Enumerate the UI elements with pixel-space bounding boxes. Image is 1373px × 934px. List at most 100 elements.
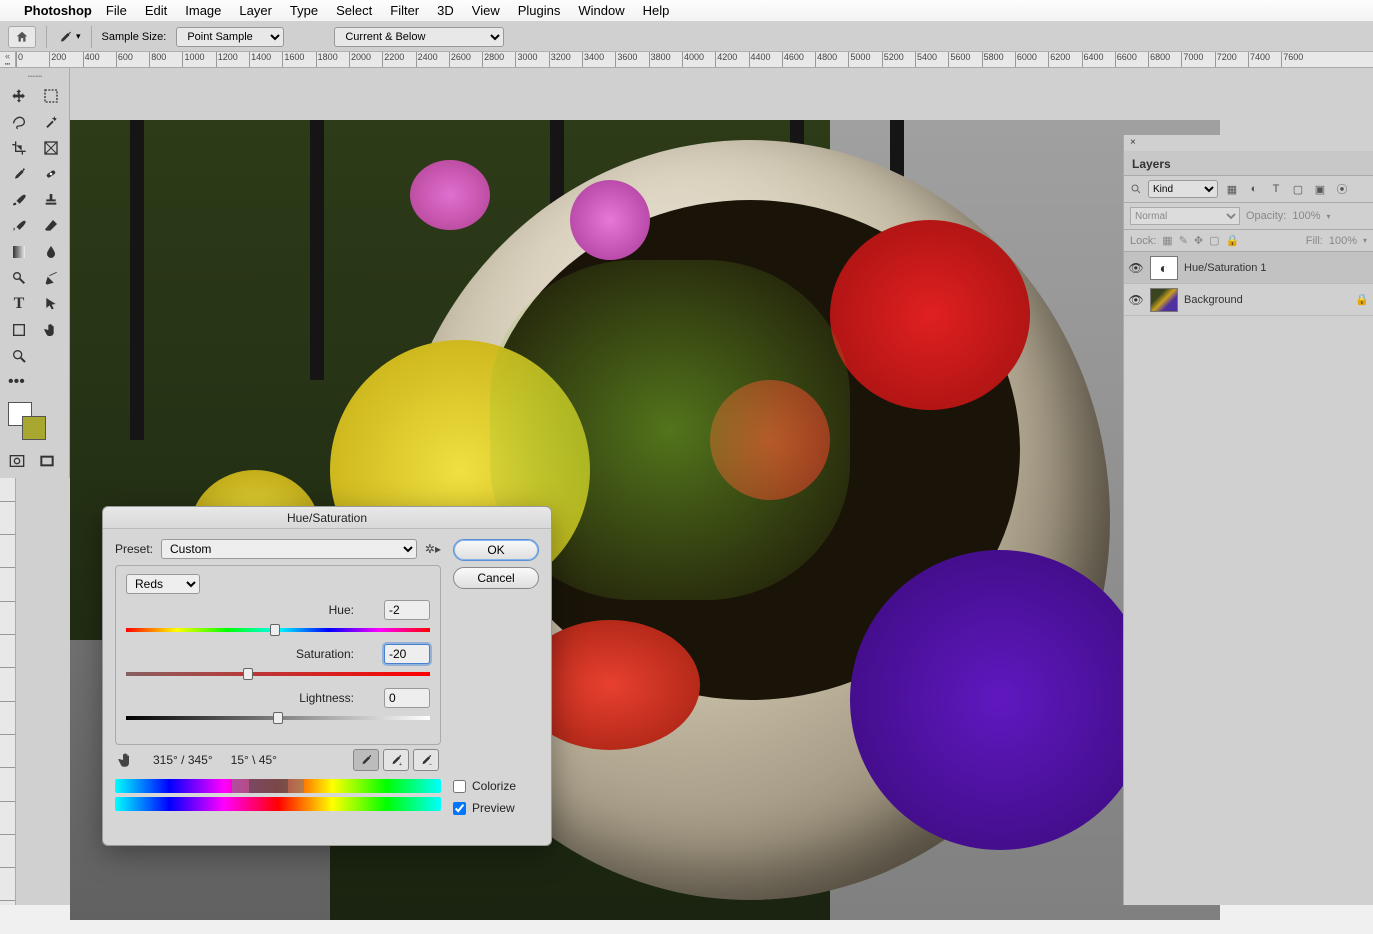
crop-tool[interactable] (4, 136, 34, 160)
app-name[interactable]: Photoshop (24, 3, 92, 18)
menu-type[interactable]: Type (290, 3, 318, 18)
visibility-icon[interactable]: 👁 (1128, 261, 1144, 275)
blend-mode-select[interactable]: Normal (1130, 207, 1240, 225)
lock-position-icon[interactable]: ✥ (1194, 234, 1203, 247)
menu-filter[interactable]: Filter (390, 3, 419, 18)
filter-shape-icon[interactable]: ▢ (1290, 181, 1306, 197)
brush-tool[interactable] (4, 188, 34, 212)
layer-row[interactable]: 👁 Background 🔒 (1124, 284, 1373, 316)
range-left: 315° / 345° (153, 753, 213, 767)
eyedropper-set[interactable] (353, 749, 379, 771)
eyedropper-tool[interactable] (4, 162, 34, 186)
menu-edit[interactable]: Edit (145, 3, 167, 18)
magic-wand-tool[interactable] (36, 110, 66, 134)
lightness-slider[interactable] (126, 710, 430, 726)
menu-view[interactable]: View (472, 3, 500, 18)
gradient-tool[interactable] (4, 240, 34, 264)
eraser-tool[interactable] (36, 214, 66, 238)
blur-tool[interactable] (36, 240, 66, 264)
lock-all-icon[interactable]: 🔒 (1226, 234, 1240, 247)
channel-select[interactable]: Reds (126, 574, 200, 594)
layers-panel: × Layers Kind ▦ ◐ T ▢ ▣ ⦿ Normal Opacity… (1123, 135, 1373, 905)
hue-slider[interactable] (126, 622, 430, 638)
lightness-label: Lightness: (126, 691, 384, 705)
menu-image[interactable]: Image (185, 3, 221, 18)
ok-button[interactable]: OK (453, 539, 539, 561)
layer-name[interactable]: Background (1184, 294, 1243, 306)
menu-help[interactable]: Help (643, 3, 670, 18)
frame-tool[interactable] (36, 136, 66, 160)
purple-flowers (850, 550, 1150, 850)
preview-checkbox[interactable]: Preview (453, 801, 539, 815)
screenmode-button[interactable] (36, 452, 58, 470)
kind-filter[interactable]: Kind (1148, 180, 1218, 198)
menu-layer[interactable]: Layer (239, 3, 272, 18)
panel-close-icon[interactable]: × (1130, 137, 1136, 148)
color-range-bar-top[interactable] (115, 779, 441, 793)
opacity-value[interactable]: 100% (1292, 210, 1320, 222)
home-button[interactable] (8, 26, 36, 48)
saturation-slider[interactable] (126, 666, 430, 682)
visibility-icon[interactable]: 👁 (1128, 293, 1144, 307)
history-brush-tool[interactable] (4, 214, 34, 238)
fill-value[interactable]: 100% (1329, 235, 1357, 247)
filter-toggle-icon[interactable]: ⦿ (1334, 181, 1350, 197)
menu-file[interactable]: File (106, 3, 127, 18)
dodge-tool[interactable] (4, 266, 34, 290)
preset-select[interactable]: Custom (161, 539, 417, 559)
layer-filter-row: Kind ▦ ◐ T ▢ ▣ ⦿ (1124, 175, 1373, 203)
layers-tab[interactable]: Layers (1132, 157, 1171, 171)
menu-plugins[interactable]: Plugins (518, 3, 561, 18)
layer-row[interactable]: 👁 ◐ Hue/Saturation 1 (1124, 252, 1373, 284)
quickmask-button[interactable] (6, 452, 28, 470)
healing-tool[interactable] (36, 162, 66, 186)
opacity-label: Opacity: (1246, 210, 1286, 222)
filter-pixel-icon[interactable]: ▦ (1224, 181, 1240, 197)
panel-grip[interactable]: ┅┅┅ (4, 72, 66, 82)
shape-tool[interactable] (4, 318, 34, 342)
filter-smart-icon[interactable]: ▣ (1312, 181, 1328, 197)
stamp-tool[interactable] (36, 188, 66, 212)
hue-saturation-dialog: Hue/Saturation Preset: Custom ✲▸ Reds Hu… (102, 506, 552, 846)
eyedropper-subtract[interactable]: − (413, 749, 439, 771)
lock-brush-icon[interactable]: ✎ (1179, 234, 1188, 247)
more-tools[interactable]: ••• (4, 370, 34, 394)
menu-window[interactable]: Window (578, 3, 624, 18)
color-swatches[interactable] (4, 402, 66, 446)
pink-flowers (410, 160, 490, 230)
sample-size-select[interactable]: Point Sample (176, 27, 284, 47)
background-swatch[interactable] (22, 416, 46, 440)
sample-mode-select[interactable]: Current & Below (334, 27, 504, 47)
menu-3d[interactable]: 3D (437, 3, 454, 18)
color-range-bar-bottom (115, 797, 441, 811)
dialog-title[interactable]: Hue/Saturation (103, 507, 551, 529)
path-select-tool[interactable] (36, 292, 66, 316)
saturation-input[interactable] (384, 644, 430, 664)
layer-name[interactable]: Hue/Saturation 1 (1184, 262, 1267, 274)
horizontal-ruler[interactable]: 0200400600800100012001400160018002000220… (16, 52, 1373, 68)
type-tool[interactable]: T (4, 292, 34, 316)
hand-tool[interactable] (36, 318, 66, 342)
pen-tool[interactable] (36, 266, 66, 290)
adjustment-thumb[interactable]: ◐ (1150, 256, 1178, 280)
filter-adjust-icon[interactable]: ◐ (1246, 181, 1262, 197)
tool-preset[interactable]: ▾ (57, 29, 81, 45)
lightness-input[interactable] (384, 688, 430, 708)
move-tool[interactable] (4, 84, 34, 108)
menu-select[interactable]: Select (336, 3, 372, 18)
cancel-button[interactable]: Cancel (453, 567, 539, 589)
lock-artboard-icon[interactable]: ▢ (1209, 234, 1219, 247)
colorize-checkbox[interactable]: Colorize (453, 779, 539, 793)
eyedropper-add[interactable]: + (383, 749, 409, 771)
hue-input[interactable] (384, 600, 430, 620)
lock-pixels-icon[interactable]: ▦ (1162, 234, 1172, 247)
layer-thumb[interactable] (1150, 288, 1178, 312)
search-icon (1130, 183, 1142, 195)
zoom-tool[interactable] (4, 344, 34, 368)
filter-type-icon[interactable]: T (1268, 181, 1284, 197)
marquee-tool[interactable] (36, 84, 66, 108)
ruler-origin[interactable]: «┅ (0, 52, 16, 68)
lasso-tool[interactable] (4, 110, 34, 134)
preset-menu-icon[interactable]: ✲▸ (425, 542, 441, 556)
hand-scrubber-icon[interactable] (117, 751, 135, 769)
